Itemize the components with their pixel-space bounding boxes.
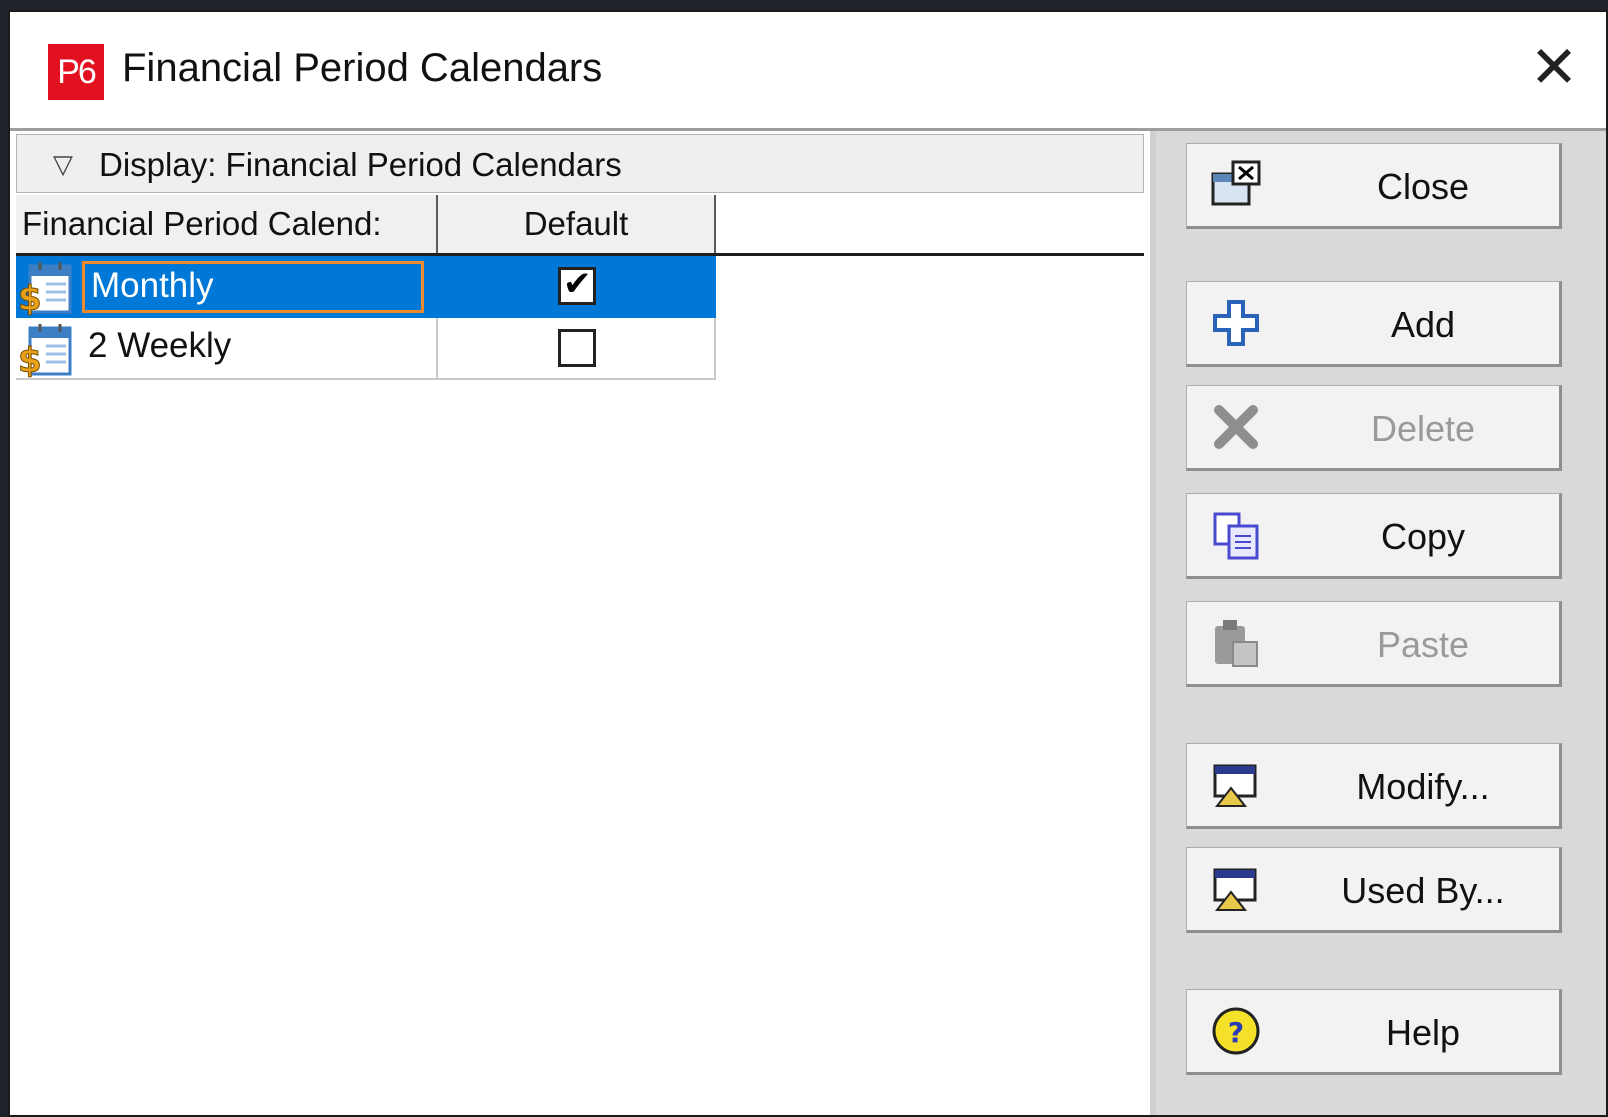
display-label: Display: Financial Period Calendars — [99, 146, 622, 183]
modify-icon — [1213, 764, 1257, 807]
copy-icon — [1213, 512, 1259, 560]
p6-app-icon: P6 — [48, 44, 104, 100]
column-header-name[interactable]: Financial Period Calend: — [16, 195, 438, 253]
default-checkbox[interactable] — [558, 329, 596, 367]
calendar-table-area: ▽ Display: Financial Period Calendars Fi… — [10, 131, 1156, 1115]
dialog-title: Financial Period Calendars — [122, 46, 603, 90]
svg-text:?: ? — [1228, 1016, 1244, 1049]
close-window-icon — [1211, 160, 1261, 206]
dialog-content: ▽ Display: Financial Period Calendars Fi… — [10, 128, 1606, 1115]
window-close-icon[interactable]: ✕ — [1524, 38, 1584, 98]
title-bar: P6 Financial Period Calendars ✕ — [10, 12, 1606, 128]
default-checkbox[interactable]: ✔ — [558, 265, 596, 305]
calendar-name: 2 Weekly — [88, 326, 232, 365]
display-bar[interactable]: ▽ Display: Financial Period Calendars — [16, 134, 1144, 193]
delete-x-icon — [1214, 405, 1258, 449]
column-headers: Financial Period Calend: Default — [16, 195, 1144, 256]
svg-text:$: $ — [18, 279, 42, 316]
cell-calendar-name[interactable]: $ 2 Weekly — [16, 318, 438, 380]
used-by-button[interactable]: Used By... — [1186, 847, 1562, 933]
table-row[interactable]: $ Monthly ✔ — [16, 256, 716, 318]
delete-button[interactable]: Delete — [1186, 385, 1562, 471]
copy-button-label: Copy — [1380, 516, 1466, 557]
collapse-arrow-icon[interactable]: ▽ — [53, 149, 73, 180]
financial-calendar-icon: $ — [18, 324, 72, 378]
help-button[interactable]: ? Help — [1186, 989, 1562, 1075]
cell-calendar-name[interactable]: $ Monthly — [16, 256, 438, 318]
add-button-label: Add — [1390, 304, 1456, 345]
close-button[interactable]: Close — [1186, 143, 1562, 229]
calendar-name-input[interactable]: Monthly — [82, 261, 424, 313]
cell-default[interactable] — [438, 318, 716, 380]
paste-icon — [1215, 620, 1258, 667]
add-button[interactable]: Add — [1186, 281, 1562, 367]
close-button-label: Close — [1376, 166, 1470, 207]
paste-button-label: Paste — [1376, 624, 1470, 665]
used-by-button-label: Used By... — [1341, 870, 1505, 911]
plus-icon — [1213, 300, 1259, 346]
column-header-default[interactable]: Default — [438, 195, 716, 253]
financial-calendar-icon: $ — [18, 262, 72, 316]
button-panel: Close Add Delete Copy Paste Modify... Us… — [1156, 131, 1606, 1115]
check-icon: ✔ — [563, 265, 592, 303]
help-button-label: Help — [1385, 1012, 1461, 1053]
delete-button-label: Delete — [1370, 408, 1476, 449]
used-by-icon — [1213, 868, 1257, 911]
copy-button[interactable]: Copy — [1186, 493, 1562, 579]
modify-button-label: Modify... — [1356, 766, 1490, 807]
svg-text:$: $ — [18, 341, 42, 378]
modify-button[interactable]: Modify... — [1186, 743, 1562, 829]
financial-period-calendars-dialog: P6 Financial Period Calendars ✕ ▽ Displa… — [8, 10, 1608, 1117]
cell-default[interactable]: ✔ — [438, 256, 716, 318]
table-row[interactable]: $ 2 Weekly — [16, 318, 716, 380]
help-icon: ? — [1212, 1007, 1260, 1055]
paste-button[interactable]: Paste — [1186, 601, 1562, 687]
